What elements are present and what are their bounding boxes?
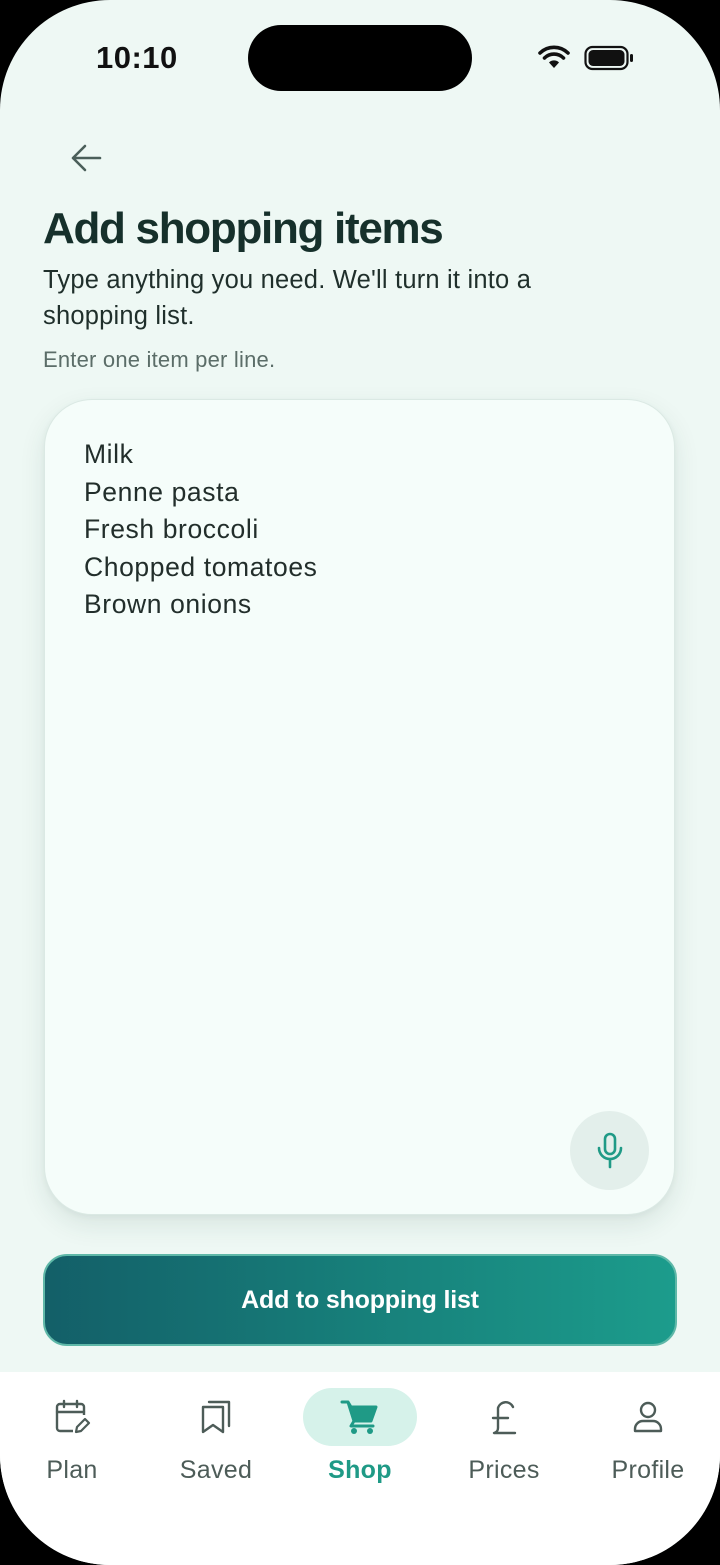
item-line: Brown onions bbox=[84, 589, 252, 620]
tab-shop[interactable]: Shop bbox=[290, 1386, 430, 1506]
arrow-left-icon bbox=[71, 144, 102, 172]
tab-plan-icon-wrap bbox=[15, 1388, 129, 1446]
tab-shop-icon-wrap bbox=[303, 1388, 417, 1446]
battery-icon bbox=[584, 45, 633, 71]
tab-profile-icon-wrap bbox=[591, 1388, 705, 1446]
status-time: 10:10 bbox=[96, 40, 178, 75]
user-icon bbox=[633, 1401, 663, 1433]
add-to-shopping-list-label: Add to shopping list bbox=[241, 1285, 479, 1314]
tab-plan[interactable]: Plan bbox=[2, 1386, 142, 1506]
bookmark-icon bbox=[201, 1400, 231, 1434]
page-subtitle: Type anything you need. We'll turn it in… bbox=[43, 266, 532, 330]
tab-prices[interactable]: Prices bbox=[434, 1386, 574, 1506]
bottom-tab-bar: Plan Saved Shop Prices Profile bbox=[0, 1372, 720, 1565]
item-line: Penne pasta bbox=[84, 476, 240, 507]
pound-icon bbox=[491, 1401, 517, 1435]
tab-shop-label: Shop bbox=[328, 1456, 392, 1484]
items-textarea[interactable]: Milk Penne pasta Fresh broccoli Chopped … bbox=[44, 399, 675, 1215]
tab-saved[interactable]: Saved bbox=[146, 1386, 286, 1506]
voice-input-button[interactable] bbox=[570, 1111, 649, 1190]
tab-prices-label: Prices bbox=[468, 1456, 540, 1484]
status-bar: 10:10 bbox=[0, 0, 720, 120]
wifi-icon bbox=[538, 45, 570, 68]
page-title: Add shopping items bbox=[43, 204, 444, 253]
tab-profile[interactable]: Profile bbox=[578, 1386, 718, 1506]
app-screen: 10:10 Add shopping items Type anything y… bbox=[0, 0, 720, 1565]
tab-profile-label: Profile bbox=[611, 1456, 685, 1484]
tab-prices-icon-wrap bbox=[447, 1388, 561, 1446]
item-line: Chopped tomatoes bbox=[84, 551, 318, 582]
back-button[interactable] bbox=[58, 132, 114, 184]
item-line: Fresh broccoli bbox=[84, 514, 259, 545]
cart-icon bbox=[340, 1400, 378, 1434]
items-list: Milk Penne pasta Fresh broccoli Chopped … bbox=[84, 436, 318, 624]
tab-plan-label: Plan bbox=[46, 1456, 98, 1484]
add-to-shopping-list-button[interactable]: Add to shopping list bbox=[43, 1254, 677, 1346]
tab-saved-label: Saved bbox=[179, 1456, 253, 1484]
calendar-edit-icon bbox=[55, 1399, 91, 1434]
microphone-icon bbox=[597, 1132, 622, 1168]
item-line: Milk bbox=[84, 439, 134, 469]
dynamic-island bbox=[248, 25, 472, 91]
tab-saved-icon-wrap bbox=[159, 1388, 273, 1446]
input-hint: Enter one item per line. bbox=[43, 347, 276, 372]
